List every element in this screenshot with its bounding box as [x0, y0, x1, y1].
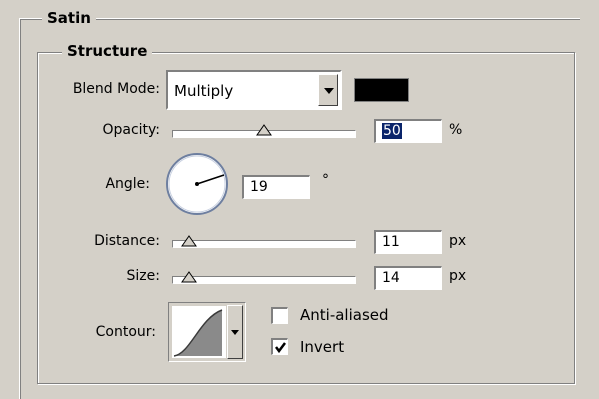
satin-group-title: Satin	[42, 9, 96, 27]
opacity-value: 50	[382, 123, 402, 139]
angle-value: 19	[250, 179, 268, 195]
size-slider[interactable]	[172, 276, 356, 284]
distance-slider[interactable]	[172, 240, 356, 248]
contour-curve-icon	[172, 306, 226, 358]
size-label: Size:	[126, 268, 160, 284]
blend-color-swatch[interactable]	[354, 78, 409, 102]
angle-input[interactable]: 19	[242, 175, 310, 199]
opacity-unit: %	[449, 122, 463, 138]
angle-dial[interactable]	[165, 152, 229, 216]
anti-aliased-checkbox[interactable]	[271, 307, 288, 324]
blend-mode-label: Blend Mode:	[72, 81, 160, 97]
contour-label: Contour:	[95, 324, 156, 340]
opacity-slider-thumb[interactable]	[256, 124, 272, 136]
blend-mode-dropdown-button[interactable]	[318, 74, 338, 106]
angle-label: Angle:	[105, 176, 150, 192]
distance-slider-thumb[interactable]	[181, 235, 197, 247]
size-unit: px	[449, 268, 467, 284]
opacity-label: Opacity:	[102, 122, 160, 138]
blend-mode-value: Multiply	[174, 82, 234, 100]
distance-value: 11	[382, 234, 400, 250]
opacity-input[interactable]: 50	[374, 119, 442, 143]
structure-group-title: Structure	[62, 42, 153, 60]
distance-label: Distance:	[94, 233, 160, 249]
distance-input[interactable]: 11	[374, 230, 442, 254]
chevron-down-icon	[324, 88, 334, 94]
size-slider-thumb[interactable]	[181, 271, 197, 283]
blend-mode-select[interactable]: Multiply	[166, 70, 342, 110]
anti-aliased-label: Anti-aliased	[300, 306, 389, 324]
checkmark-icon	[275, 342, 286, 354]
contour-picker[interactable]	[168, 302, 246, 362]
distance-unit: px	[449, 233, 467, 249]
size-input[interactable]: 14	[374, 266, 442, 290]
size-value: 14	[382, 270, 400, 286]
invert-label: Invert	[300, 338, 345, 356]
chevron-down-icon	[231, 330, 239, 335]
angle-unit: °	[322, 172, 329, 188]
contour-dropdown-button[interactable]	[227, 305, 243, 359]
invert-checkbox[interactable]	[271, 338, 288, 355]
